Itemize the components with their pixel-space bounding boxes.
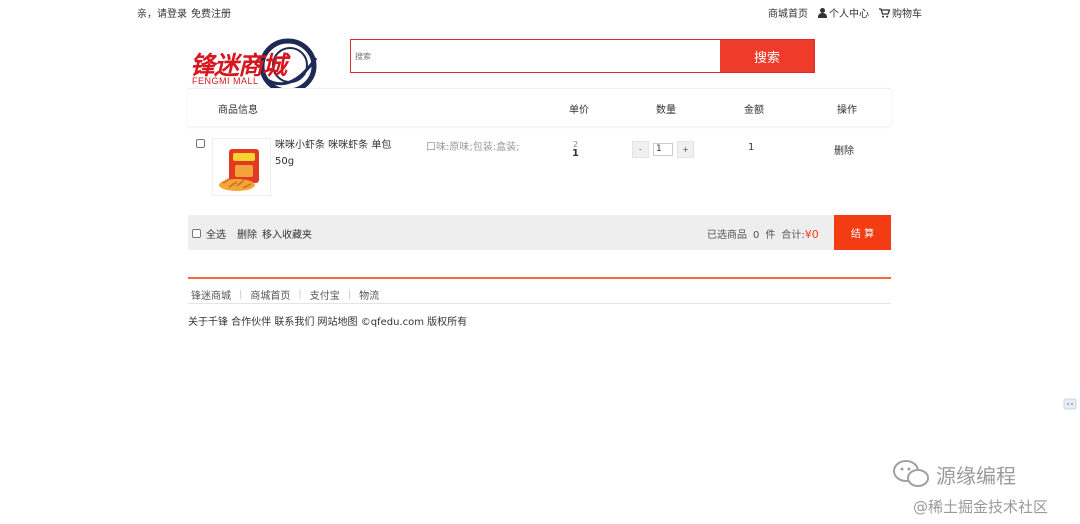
login-area: 亲，请登录 免费注册 [137,5,235,20]
header-actions: 操作 [837,105,857,116]
bar-actions: 全选 删除 移入收藏夹 [192,226,312,241]
qty-input[interactable]: 1 [653,143,673,156]
header-product-info: 商品信息 [218,105,258,116]
item-checkbox[interactable] [196,139,205,148]
selected-count: 0 [753,230,760,241]
header-unit-price: 单价 [569,105,589,116]
footer-link-home[interactable]: 商城首页 [250,287,290,302]
header-quantity: 数量 [656,105,676,116]
move-to-favorites-link[interactable]: 移入收藏夹 [262,226,312,241]
mall-home-label: 商城首页 [768,9,808,20]
cart-link[interactable]: 购物车 [879,5,922,20]
select-all-label[interactable]: 全选 [206,226,226,241]
cart-label: 购物车 [892,9,922,20]
footer-separator: | [347,289,352,300]
total-value: ¥0 [804,228,819,241]
cart-item-row: 咪咪小虾条 咪咪虾条 单包50g 口味:原味;包装:盒装; 2 1 - 1 + … [188,130,891,210]
search-input[interactable] [351,40,720,72]
footer-link-mall[interactable]: 锋迷商城 [191,287,231,302]
mall-home-link[interactable]: 商城首页 [768,5,808,20]
register-link[interactable]: 免费注册 [191,9,231,20]
selection-summary: 已选商品 0 件 合计: ¥0 [707,226,819,241]
selected-unit: 件 [765,230,776,241]
wechat-icon [893,460,929,487]
product-image [219,149,259,191]
footer-divider-thin [188,303,891,304]
product-name-link[interactable]: 咪咪小虾条 咪咪虾条 单包50g [275,138,397,170]
header-amount: 金额 [744,105,764,116]
product-attributes: 口味:原味;包装:盒装; [426,142,520,153]
qty-plus-button[interactable]: + [677,141,694,158]
item-amount: 1 [748,142,755,153]
batch-delete-link[interactable]: 删除 [237,226,257,241]
login-link[interactable]: 亲，请登录 [137,9,187,20]
cart-table-header: 商品信息 单价 数量 金额 操作 [188,88,891,126]
footer-link-alipay[interactable]: 支付宝 [310,287,340,302]
footer-divider [188,277,891,279]
footer-link-logistics[interactable]: 物流 [359,287,379,302]
site-logo[interactable]: 锋迷商城 FENGMI MALL [190,38,322,94]
copyright-text: 关于千锋 合作伙伴 联系我们 网站地图 ©qfedu.com 版权所有 [188,317,468,328]
select-all-checkbox[interactable] [192,229,201,238]
footer-separator: | [298,289,302,300]
user-center-link[interactable]: 个人中心 [818,5,869,20]
user-icon [818,7,827,18]
checkout-button[interactable]: 结 算 [834,215,891,250]
qty-minus-button[interactable]: - [632,141,649,158]
user-center-label: 个人中心 [829,9,869,20]
selected-label: 已选商品 [707,230,747,241]
logo-english-text: FENGMI MALL [192,76,259,86]
cart-icon [879,7,890,18]
watermark-juejin: @稀土掘金技术社区 [913,498,1049,516]
cart-summary-bar: 全选 删除 移入收藏夹 已选商品 0 件 合计: ¥0 结 算 [188,215,891,250]
footer-separator: | [239,289,243,300]
delete-item-link[interactable]: 删除 [834,142,854,157]
search-box: 搜索 [350,39,815,73]
side-float-icon[interactable] [1063,397,1077,411]
footer-links: 锋迷商城 | 商城首页 | 支付宝 | 物流 [191,287,379,302]
watermark-title: 源缘编程 [936,463,1016,488]
total-label: 合计: [781,230,805,241]
top-bar: 亲，请登录 免费注册 商城首页 个人中心 购物车 [0,0,1080,24]
quantity-stepper: - 1 + [632,141,694,158]
search-button[interactable]: 搜索 [720,40,814,72]
product-thumbnail[interactable] [212,138,271,196]
top-nav: 商城首页 个人中心 购物车 [768,5,922,20]
unit-price: 1 [572,148,579,159]
watermark-wechat: 源缘编程 [892,459,1016,489]
